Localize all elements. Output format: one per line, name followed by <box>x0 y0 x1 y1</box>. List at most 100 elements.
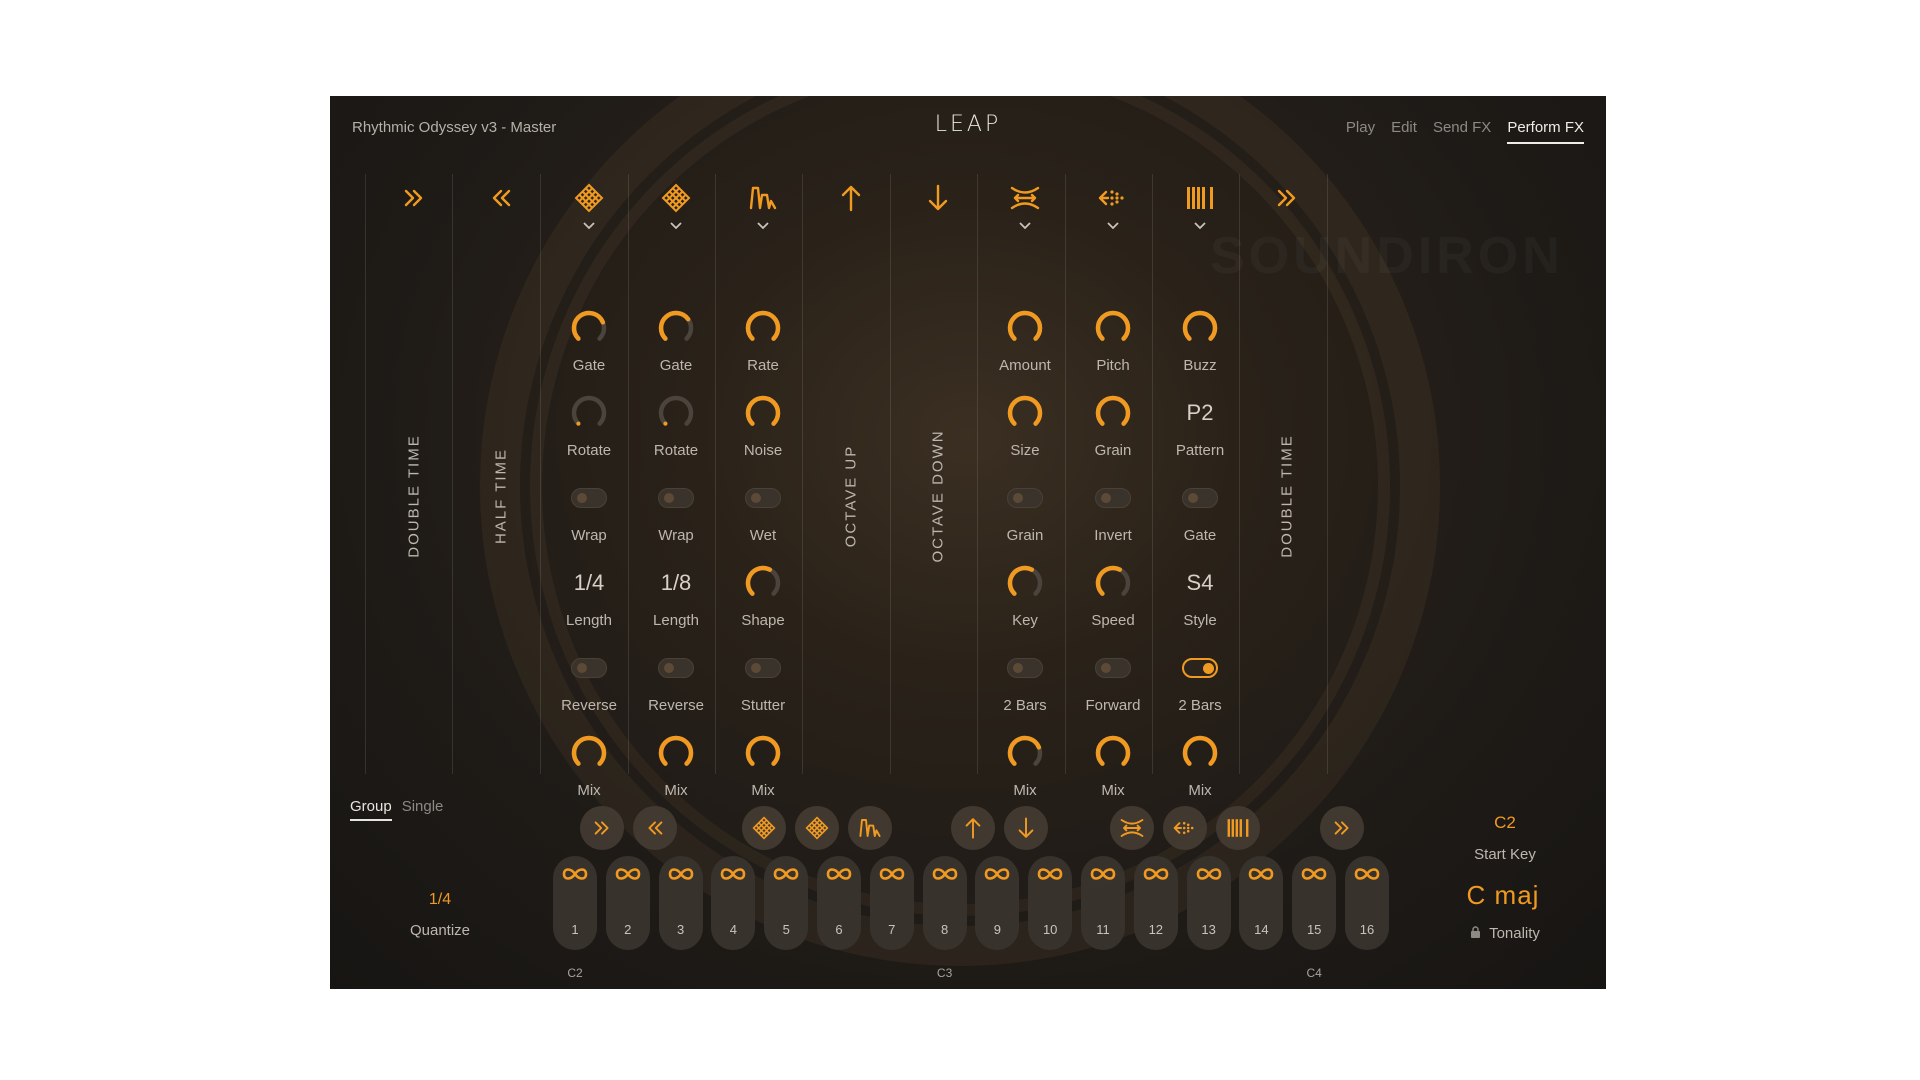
note-label: C2 <box>567 966 583 980</box>
infinity-icon <box>1246 866 1276 882</box>
pad-12[interactable]: 12 <box>1133 856 1178 950</box>
pad-number: 14 <box>1254 922 1269 937</box>
stutter-toggle[interactable] <box>745 658 781 678</box>
leap-logo: LEAP <box>934 112 1002 137</box>
bars-icon[interactable] <box>1216 806 1260 850</box>
infinity-icon <box>982 866 1012 882</box>
tonality-label: Tonality <box>1450 925 1560 943</box>
pad-number: 3 <box>676 922 685 937</box>
pad-number: 11 <box>1096 922 1110 937</box>
pad-number: 7 <box>888 922 896 937</box>
diamond-grid-icon[interactable] <box>742 806 786 850</box>
mix-label: Mix <box>751 782 775 799</box>
infinity-icon <box>771 866 801 882</box>
mix-label: Mix <box>1188 782 1212 799</box>
preset-name[interactable]: Rhythmic Odyssey v3 - Master <box>352 119 556 136</box>
wave-shape-icon[interactable] <box>848 806 892 850</box>
infinity-icon <box>560 866 590 882</box>
pad-number: 2 <box>624 922 632 937</box>
wet-toggle[interactable] <box>745 488 781 508</box>
tab-send-fx[interactable]: Send FX <box>1433 119 1491 144</box>
toggle-dot <box>664 493 674 503</box>
wrap-toggle[interactable] <box>658 488 694 508</box>
style-value-text: S4 <box>1186 570 1214 595</box>
tonality-value[interactable]: C maj <box>1448 880 1558 911</box>
mode-tab-group[interactable]: Group <box>350 798 392 821</box>
pad-number: 6 <box>835 922 843 937</box>
arrow-up-icon[interactable] <box>951 806 995 850</box>
pad-number: 1 <box>571 922 579 937</box>
infinity-icon <box>877 866 907 882</box>
2-bars-toggle[interactable] <box>1182 658 1218 678</box>
toggle-dot <box>1013 663 1023 673</box>
infinity-icon <box>718 866 748 882</box>
pad-2[interactable]: 2 <box>605 856 650 950</box>
infinity-icon <box>666 866 696 882</box>
toggle-dot <box>1013 493 1023 503</box>
double-chevron-left-icon[interactable] <box>633 806 677 850</box>
pad-6[interactable]: 6 <box>817 856 861 950</box>
pad-5[interactable]: 5 <box>764 856 809 950</box>
pad-7[interactable]: 7 <box>869 856 914 950</box>
pad-10[interactable]: 10 <box>1028 856 1073 950</box>
pad-15[interactable]: 15 <box>1292 856 1337 950</box>
vertical-label: DOUBLE TIME <box>1278 434 1296 558</box>
forward-toggle[interactable] <box>1095 658 1131 678</box>
infinity-icon <box>1299 866 1329 882</box>
toggle-dot <box>1101 493 1111 503</box>
column-double-time-right: DOUBLE TIME <box>1233 176 1341 776</box>
pad-13[interactable]: 13 <box>1186 856 1231 950</box>
2-bars-toggle[interactable] <box>1007 658 1043 678</box>
pad-14[interactable]: 14 <box>1239 856 1284 950</box>
tab-edit[interactable]: Edit <box>1391 119 1417 144</box>
stretch-icon[interactable] <box>1110 806 1154 850</box>
toggle-dot <box>577 493 587 503</box>
dotted-arrows-icon[interactable] <box>1163 806 1207 850</box>
double-chevron-right-icon[interactable] <box>1233 176 1341 220</box>
quantize-value[interactable]: 1/4 <box>400 891 480 909</box>
pattern-value-text: P2 <box>1186 400 1214 425</box>
pad-number: 10 <box>1042 922 1058 937</box>
grain-toggle[interactable] <box>1007 488 1043 508</box>
toggle-dot <box>1101 663 1111 673</box>
tab-perform-fx[interactable]: Perform FX <box>1507 119 1584 144</box>
infinity-icon <box>613 866 643 882</box>
pad-9[interactable]: 9 <box>975 856 1020 950</box>
pad-11[interactable]: 11 <box>1081 856 1125 950</box>
diamond-grid-icon[interactable] <box>795 806 839 850</box>
pad-4[interactable]: 4 <box>711 856 756 950</box>
wrap-toggle[interactable] <box>571 488 607 508</box>
invert-toggle[interactable] <box>1095 488 1131 508</box>
quantize-label: Quantize <box>409 922 471 939</box>
length-value-text: 1/8 <box>660 570 692 595</box>
start-key-value[interactable]: C2 <box>1465 813 1545 833</box>
mode-tab-single[interactable]: Single <box>402 798 444 821</box>
double-chevron-right-icon[interactable] <box>580 806 624 850</box>
toggle-dot <box>751 493 761 503</box>
main-nav: Play Edit Send FX Perform FX <box>1346 119 1584 144</box>
pad-number: 12 <box>1148 922 1164 937</box>
toggle-dot <box>577 663 587 673</box>
gate-toggle[interactable] <box>1182 488 1218 508</box>
reverse-toggle[interactable] <box>571 658 607 678</box>
reverse-toggle[interactable] <box>658 658 694 678</box>
vertical-label: OCTAVE UP <box>842 444 860 548</box>
tab-play[interactable]: Play <box>1346 119 1375 144</box>
pad-number: 8 <box>940 922 949 937</box>
infinity-icon <box>930 866 960 882</box>
toggle-dot <box>1188 493 1198 503</box>
infinity-icon <box>1088 866 1118 882</box>
pad-number: 13 <box>1201 922 1216 937</box>
double-chevron-right-icon[interactable] <box>1320 806 1364 850</box>
arrow-down-icon[interactable] <box>1004 806 1048 850</box>
length-value-text: 1/4 <box>573 570 605 595</box>
pad-8[interactable]: 8 <box>922 856 967 950</box>
note-label: C4 <box>1306 966 1322 980</box>
lock-icon[interactable] <box>1470 925 1481 943</box>
pad-1[interactable]: 1 <box>553 856 597 950</box>
infinity-icon <box>1352 866 1382 882</box>
pad-16[interactable]: 16 <box>1345 856 1389 950</box>
vertical-label: HALF TIME <box>492 447 510 545</box>
vertical-label: DOUBLE TIME <box>405 434 423 558</box>
pad-3[interactable]: 3 <box>658 856 703 950</box>
